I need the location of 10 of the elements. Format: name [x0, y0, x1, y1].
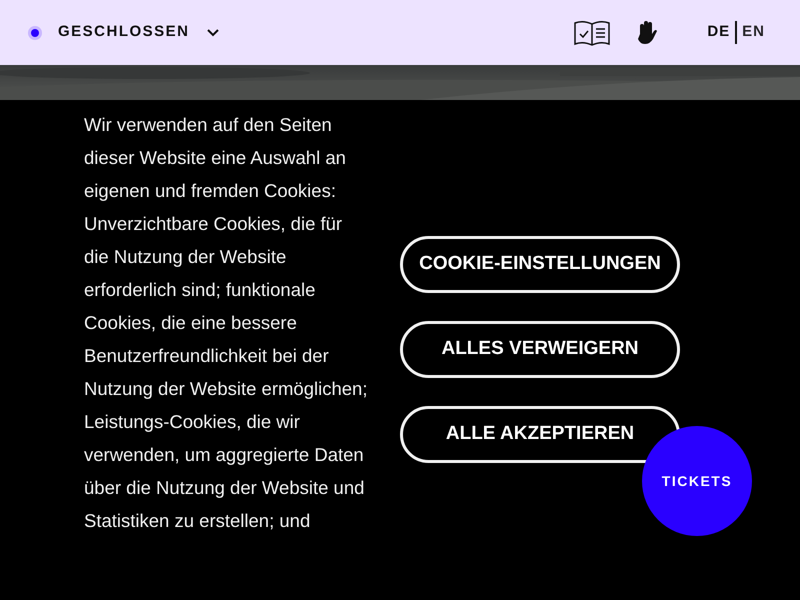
- book-icon[interactable]: [574, 20, 610, 46]
- cookie-button[interactable]: ALLE AKZEPTIEREN: [400, 406, 680, 463]
- language-link[interactable]: EN: [737, 21, 770, 44]
- cookie-button[interactable]: ALLES VERWEIGERN: [400, 321, 680, 378]
- opening-status: GESCHLOSSEN: [58, 22, 190, 42]
- tickets-floating-button[interactable]: TICKETS: [642, 426, 752, 536]
- chevron-down-icon[interactable]: [206, 28, 220, 38]
- cookie-notice-text: Wir verwenden auf den Seiten dieser Website eine Auswahl an eigenen und fremden Cookies: Unverzichtbare Cookies, die für die Nutzung der Website erforderlich sind; funktionale Cookies, die eine bessere Benutzerfreundlichkeit bei der Nutzung der Website ermöglichen; Leistungs-Cookies, die wir verwenden, um aggregierte Daten über die Nutzung der Website und Statistiken zu erstellen; und: [84, 113, 368, 533]
- language-link[interactable]: DE: [702, 21, 738, 44]
- cookie-button[interactable]: COOKIE-EINSTELLUNGEN: [400, 236, 680, 293]
